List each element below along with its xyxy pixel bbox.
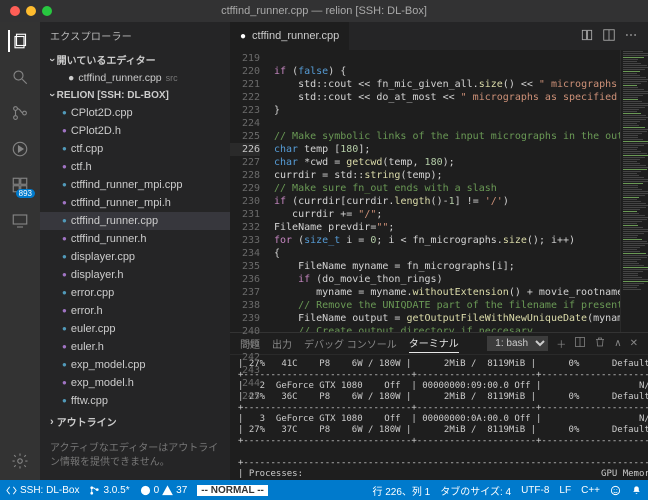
status-problems[interactable]: 0 37: [140, 485, 188, 496]
file-item[interactable]: CPlot2D.cpp: [40, 104, 230, 122]
trash-icon[interactable]: [594, 336, 606, 351]
maximize-icon[interactable]: [42, 6, 52, 16]
source-control-icon[interactable]: [9, 102, 31, 124]
more-icon[interactable]: [624, 28, 638, 45]
open-editor-name: ctffind_runner.cpp: [78, 72, 161, 84]
line-gutter: 2192202212222232242252262272282292302312…: [230, 50, 266, 332]
status-position[interactable]: 行 226、列 1: [372, 483, 430, 498]
minimap[interactable]: [620, 50, 648, 332]
split-terminal-icon[interactable]: [574, 336, 586, 351]
terminal-select[interactable]: 1: bash: [487, 336, 548, 351]
code-area[interactable]: if (false) { std::cout << fn_mic_given_a…: [266, 50, 620, 332]
terminal-output[interactable]: | 27% 41C P8 6W / 180W | 2MiB / 8119MiB …: [230, 355, 648, 480]
window-title: ctffind_runner.cpp — relion [SSH: DL-Box…: [221, 5, 427, 17]
file-item[interactable]: CPlot2D.h: [40, 122, 230, 140]
modified-dot: ●: [68, 72, 74, 84]
status-tabsize[interactable]: タブのサイズ: 4: [440, 483, 511, 498]
file-item[interactable]: exp_model.h: [40, 374, 230, 392]
editor[interactable]: 2192202212222232242252262272282292302312…: [230, 50, 648, 332]
tab-ctffind-runner[interactable]: ● ctffind_runner.cpp: [230, 22, 350, 50]
file-item[interactable]: ctf.h: [40, 158, 230, 176]
file-item[interactable]: error.h: [40, 302, 230, 320]
tab-label: ctffind_runner.cpp: [252, 30, 339, 42]
sidebar: エクスプローラー 開いているエディター ● ctffind_runner.cpp…: [40, 22, 230, 480]
close-panel-icon[interactable]: ✕: [630, 338, 638, 349]
extensions-icon[interactable]: [9, 174, 31, 196]
file-item[interactable]: ctffind_runner_mpi.h: [40, 194, 230, 212]
file-item[interactable]: error.cpp: [40, 284, 230, 302]
titlebar: ctffind_runner.cpp — relion [SSH: DL-Box…: [0, 0, 648, 22]
status-bar: SSH: DL-Box 3.0.5* 0 37 -- NORMAL -- 行 2…: [0, 480, 648, 500]
remote-icon[interactable]: [9, 210, 31, 232]
debug-icon[interactable]: [9, 138, 31, 160]
file-item[interactable]: displayer.cpp: [40, 248, 230, 266]
open-editor-dir: src: [166, 73, 178, 83]
settings-icon[interactable]: [9, 450, 31, 472]
sidebar-title: エクスプローラー: [40, 22, 230, 49]
status-language[interactable]: C++: [581, 485, 600, 496]
file-item[interactable]: ctffind_runner.cpp: [40, 212, 230, 230]
new-terminal-icon[interactable]: ＋: [556, 336, 566, 351]
file-item[interactable]: euler.h: [40, 338, 230, 356]
tab-bar: ● ctffind_runner.cpp: [230, 22, 648, 50]
file-item[interactable]: ctffind_runner.h: [40, 230, 230, 248]
modified-indicator-icon: ●: [240, 31, 246, 42]
maximize-panel-icon[interactable]: ∧: [614, 338, 621, 349]
activity-bar: [0, 22, 40, 480]
split-icon[interactable]: [602, 28, 616, 45]
minimize-icon[interactable]: [26, 6, 36, 16]
status-branch[interactable]: 3.0.5*: [89, 485, 129, 496]
panel-tab-terminal[interactable]: ターミナル: [409, 335, 459, 353]
file-item[interactable]: ctf.cpp: [40, 140, 230, 158]
open-editors-section[interactable]: 開いているエディター: [40, 49, 230, 70]
file-item[interactable]: fftw.cpp: [40, 392, 230, 410]
open-editor-item[interactable]: ● ctffind_runner.cpp src: [40, 70, 230, 86]
status-encoding[interactable]: UTF-8: [521, 485, 549, 496]
compare-icon[interactable]: [580, 28, 594, 45]
status-eol[interactable]: LF: [559, 485, 571, 496]
panel-tab-output[interactable]: 出力: [272, 336, 292, 351]
outline-message: アクティブなエディターはアウトライン情報を提供できません。: [40, 432, 230, 480]
panel-tab-debug[interactable]: デバッグ コンソール: [304, 336, 397, 351]
file-tree: CPlot2D.cppCPlot2D.hctf.cppctf.hctffind_…: [40, 104, 230, 411]
file-item[interactable]: exp_model.cpp: [40, 356, 230, 374]
bottom-panel: 問題 出力 デバッグ コンソール ターミナル 1: bash ＋ ∧ ✕ | 2…: [230, 332, 648, 480]
bell-icon[interactable]: [631, 485, 642, 496]
explorer-icon[interactable]: [8, 30, 30, 52]
file-item[interactable]: displayer.h: [40, 266, 230, 284]
file-item[interactable]: euler.cpp: [40, 320, 230, 338]
status-vim-mode: -- NORMAL --: [197, 485, 268, 496]
project-section[interactable]: RELION [SSH: DL-BOX]: [40, 86, 230, 104]
close-icon[interactable]: [10, 6, 20, 16]
feedback-icon[interactable]: [610, 485, 621, 496]
outline-section[interactable]: アウトライン: [40, 411, 230, 432]
file-item[interactable]: ctffind_runner_mpi.cpp: [40, 176, 230, 194]
search-icon[interactable]: [9, 66, 31, 88]
status-remote[interactable]: SSH: DL-Box: [6, 485, 79, 496]
